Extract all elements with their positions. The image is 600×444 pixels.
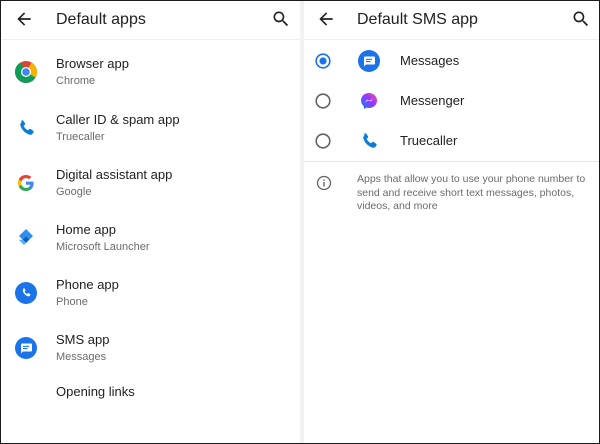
app-bar: Default SMS app — [304, 1, 599, 39]
setting-value: Truecaller — [56, 131, 105, 143]
setting-value: Phone — [56, 296, 88, 308]
app-bar-divider — [304, 39, 599, 40]
setting-value: Chrome — [56, 75, 96, 87]
info-icon — [316, 175, 332, 191]
setting-label: Home app — [56, 222, 116, 237]
option-truecaller[interactable]: Truecaller — [304, 121, 599, 161]
default-sms-app-screen: Default SMS app Messages Messenger Truec… — [304, 1, 599, 443]
option-label: Truecaller — [400, 133, 458, 148]
app-bar-divider — [2, 39, 300, 40]
app-bar: Default apps — [2, 1, 300, 39]
truecaller-phone-icon — [20, 120, 34, 135]
search-icon[interactable] — [271, 9, 291, 29]
radio-unselected-icon[interactable] — [315, 93, 331, 109]
setting-value: Microsoft Launcher — [56, 241, 150, 253]
search-icon[interactable] — [571, 9, 591, 29]
back-arrow-icon[interactable] — [14, 9, 34, 29]
setting-phone-app[interactable]: Phone app Phone — [2, 274, 300, 322]
messages-icon — [15, 337, 37, 359]
option-label: Messenger — [400, 93, 465, 108]
chrome-icon — [15, 61, 37, 83]
phone-icon — [15, 282, 37, 304]
setting-label: Phone app — [56, 277, 119, 292]
default-apps-screen: Default apps Browser app Chrome Caller I… — [2, 1, 300, 443]
truecaller-phone-icon — [363, 133, 377, 148]
option-label: Messages — [400, 53, 460, 68]
list-divider — [304, 161, 599, 162]
setting-caller-id-app[interactable]: Caller ID & spam app Truecaller — [2, 109, 300, 157]
microsoft-launcher-icon — [19, 229, 33, 245]
setting-browser-app[interactable]: Browser app Chrome — [2, 53, 300, 101]
setting-home-app[interactable]: Home app Microsoft Launcher — [2, 219, 300, 267]
messenger-icon — [358, 90, 380, 112]
screenshot-frame: Default apps Browser app Chrome Caller I… — [0, 0, 600, 444]
setting-digital-assistant-app[interactable]: Digital assistant app Google — [2, 164, 300, 212]
setting-label: Digital assistant app — [56, 167, 173, 182]
setting-opening-links[interactable]: Opening links — [2, 369, 300, 417]
messages-icon — [358, 50, 380, 72]
radio-selected-icon[interactable] — [315, 53, 331, 69]
page-title: Default apps — [56, 11, 146, 28]
page-title: Default SMS app — [357, 11, 478, 28]
setting-label: SMS app — [56, 332, 110, 347]
setting-label: Caller ID & spam app — [56, 112, 180, 127]
option-messenger[interactable]: Messenger — [304, 81, 599, 121]
radio-unselected-icon[interactable] — [315, 133, 331, 149]
setting-label: Opening links — [56, 384, 135, 399]
info-footer: Apps that allow you to use your phone nu… — [304, 173, 599, 223]
setting-value: Messages — [56, 351, 107, 363]
setting-value: Google — [56, 186, 92, 198]
setting-label: Browser app — [56, 56, 129, 71]
back-arrow-icon[interactable] — [316, 9, 336, 29]
google-g-icon — [18, 175, 34, 191]
option-messages[interactable]: Messages — [304, 41, 599, 81]
info-text: Apps that allow you to use your phone nu… — [357, 173, 586, 212]
